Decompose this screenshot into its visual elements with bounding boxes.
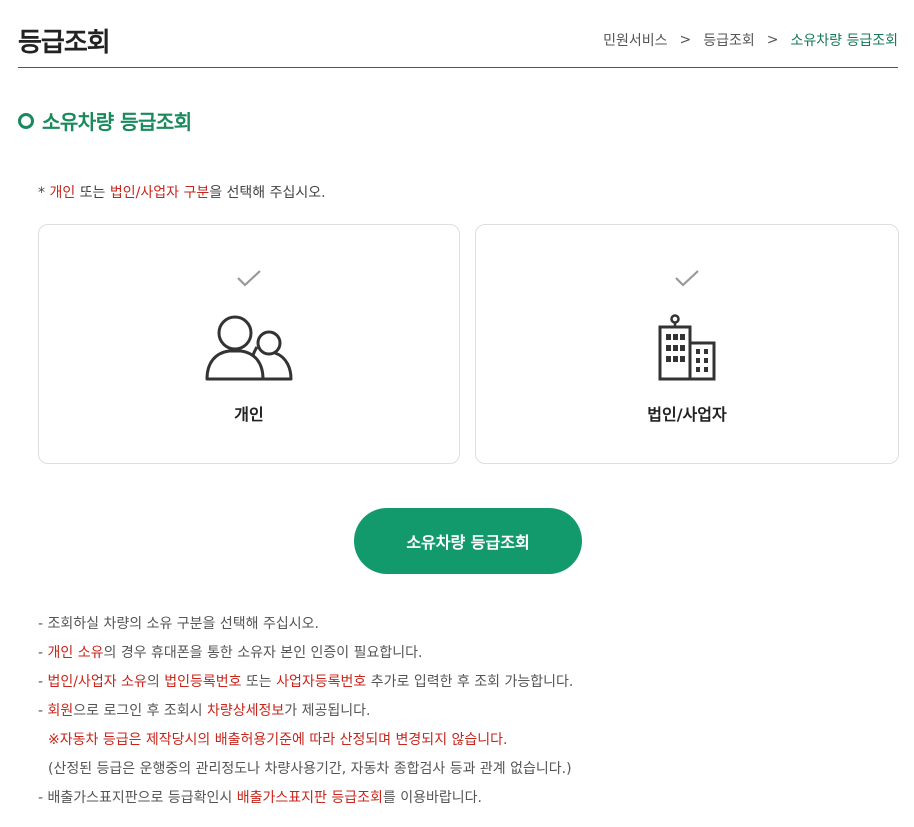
note-text: 가 제공됩니다. <box>284 703 371 719</box>
instruction-text-part: 또는 <box>75 185 110 201</box>
breadcrumb-item-civil-service[interactable]: 민원서비스 <box>603 30 667 50</box>
people-icon <box>205 315 293 381</box>
option-label-personal: 개인 <box>234 405 264 424</box>
building-icon <box>658 314 716 381</box>
note-highlight: 법인등록번호 <box>164 674 242 690</box>
breadcrumb-item-current: 소유차량 등급조회 <box>790 33 899 49</box>
note-item: - 법인/사업자 소유의 법인등록번호 또는 사업자등록번호 추가로 입력한 후… <box>38 668 573 697</box>
note-text: 의 <box>146 674 165 690</box>
page-header: 등급조회 민원서비스 > 등급조회 > 소유차량 등급조회 <box>18 0 898 68</box>
note-text: 의 경우 휴대폰을 통한 소유자 본인 인증이 필요합니다. <box>103 645 423 661</box>
note-text: 으로 로그인 후 조회시 <box>73 703 208 719</box>
instruction-text-part: 을 선택해 주십시오. <box>209 185 326 201</box>
option-card-corporate[interactable]: 법인/사업자 <box>475 224 899 464</box>
instruction-prefix: * <box>38 185 50 201</box>
note-text: 또는 <box>241 674 277 690</box>
note-warning: ※자동차 등급은 제작당시의 배출허용기준에 따라 산정되며 변경되지 않습니다… <box>38 726 573 755</box>
breadcrumb-item-grade-lookup[interactable]: 등급조회 <box>703 30 755 50</box>
note-highlight: 개인 소유 <box>47 645 104 661</box>
instruction-highlight-personal: 개인 <box>49 185 76 201</box>
note-item: - 조회하실 차량의 소유 구분을 선택해 주십시오. <box>38 610 573 639</box>
note-text: - <box>38 645 48 661</box>
note-text: 를 이용바랍니다. <box>382 790 482 806</box>
note-warning-text: ※자동차 등급은 제작당시의 배출허용기준에 따라 산정되며 변경되지 않습니다… <box>48 732 508 748</box>
note-text: 추가로 입력한 후 조회 가능합니다. <box>366 674 574 690</box>
note-text: (산정된 등급은 운행중의 관리정도나 차량사용기간, 자동차 종합검사 등과 … <box>48 761 572 777</box>
page-title: 등급조회 <box>18 28 111 58</box>
circle-bullet-icon <box>18 112 34 129</box>
emission-sign-lookup-link[interactable]: 배출가스표지판 등급조회 <box>237 790 383 806</box>
section-title: 소유차량 등급조회 <box>18 106 192 135</box>
note-text: - <box>38 703 48 719</box>
option-label-corporate: 법인/사업자 <box>647 405 727 424</box>
breadcrumb: 민원서비스 > 등급조회 > 소유차량 등급조회 <box>603 30 898 50</box>
note-text: - <box>38 674 48 690</box>
note-text: - 조회하실 차량의 소유 구분을 선택해 주십시오. <box>38 616 319 632</box>
note-highlight: 차량상세정보 <box>207 703 285 719</box>
section-title-text: 소유차량 등급조회 <box>42 110 192 134</box>
breadcrumb-separator: > <box>679 32 692 48</box>
note-item: - 배출가스표지판으로 등급확인시 배출가스표지판 등급조회를 이용바랍니다. <box>38 784 573 813</box>
note-text: - 배출가스표지판으로 등급확인시 <box>38 790 237 806</box>
check-icon <box>675 270 699 287</box>
note-item: - 개인 소유의 경우 휴대폰을 통한 소유자 본인 인증이 필요합니다. <box>38 639 573 668</box>
check-icon <box>237 270 261 287</box>
note-highlight: 법인/사업자 소유 <box>47 674 147 690</box>
instruction-highlight-corporate: 법인/사업자 구분 <box>109 185 210 201</box>
instruction-text: * 개인 또는 법인/사업자 구분을 선택해 주십시오. <box>38 182 326 202</box>
note-highlight: 사업자등록번호 <box>276 674 367 690</box>
note-item: - 회원으로 로그인 후 조회시 차량상세정보가 제공됩니다. <box>38 697 573 726</box>
note-highlight: 회원 <box>47 703 74 719</box>
vehicle-grade-lookup-button[interactable]: 소유차량 등급조회 <box>354 508 582 574</box>
option-card-personal[interactable]: 개인 <box>38 224 460 464</box>
breadcrumb-separator: > <box>766 32 779 48</box>
notes-list: - 조회하실 차량의 소유 구분을 선택해 주십시오. - 개인 소유의 경우 … <box>38 610 573 813</box>
note-item: (산정된 등급은 운행중의 관리정도나 차량사용기간, 자동차 종합검사 등과 … <box>38 755 573 784</box>
